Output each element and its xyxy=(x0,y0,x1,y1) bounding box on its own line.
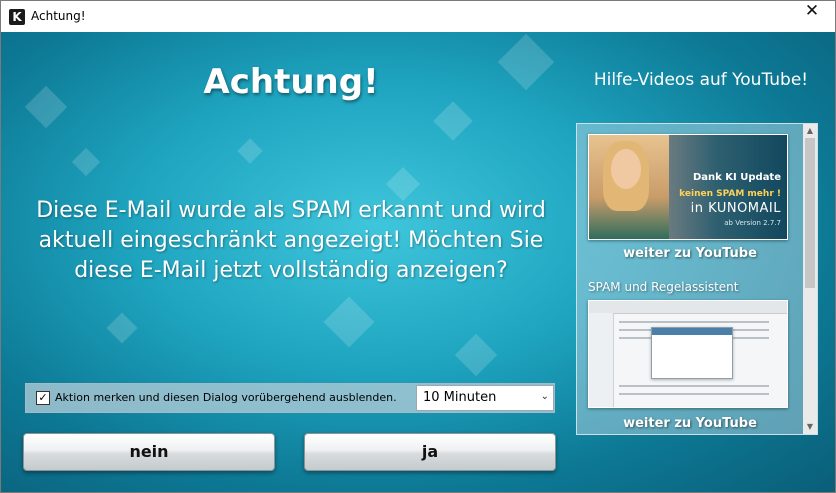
help-videos-title: Hilfe-Videos auf YouTube! xyxy=(593,70,809,90)
decor-diamond xyxy=(497,33,555,91)
decor-diamond xyxy=(106,312,138,344)
scroll-up-icon[interactable]: ▲ xyxy=(803,124,817,138)
decor-diamond xyxy=(237,138,263,164)
video-title-spam-regelassistent: SPAM und Regelassistent xyxy=(588,280,739,294)
scroll-down-icon[interactable]: ▼ xyxy=(803,420,817,434)
checkmark-icon: ✓ xyxy=(38,391,48,404)
video-thumbnail-regelassistent[interactable] xyxy=(588,300,788,408)
video-list-panel[interactable]: Dank KI Update keinen SPAM mehr ! in KUN… xyxy=(576,123,818,435)
remember-checkbox[interactable]: ✓ xyxy=(36,391,50,405)
window-title: Achtung! xyxy=(31,9,86,23)
title-bar: K Achtung! ✕ xyxy=(1,1,835,32)
video-thumbnail-ki-update[interactable]: Dank KI Update keinen SPAM mehr ! in KUN… xyxy=(588,134,788,240)
close-icon: ✕ xyxy=(804,1,820,21)
dialog-message: Diese E-Mail wurde als SPAM erkannt und … xyxy=(36,198,546,283)
remember-label[interactable]: Aktion merken und diesen Dialog vorüberg… xyxy=(55,391,397,404)
yes-button[interactable]: ja xyxy=(304,433,556,471)
video-panel-scrollbar[interactable]: ▲ ▼ xyxy=(803,124,817,434)
duration-select[interactable]: 10 Minuten ⌄ xyxy=(416,385,554,411)
scroll-thumb[interactable] xyxy=(805,138,815,288)
no-button[interactable]: nein xyxy=(23,433,275,471)
youtube-link-1[interactable]: weiter zu YouTube xyxy=(577,246,803,261)
remember-options-row: ✓ Aktion merken und diesen Dialog vorübe… xyxy=(25,383,555,413)
presenter-image xyxy=(589,135,669,239)
close-button[interactable]: ✕ xyxy=(789,1,835,32)
dialog-window: K Achtung! ✕ Achtung! Diese E-Mail wurde… xyxy=(0,0,836,493)
video-overlay-line: Dank KI Update xyxy=(693,172,781,183)
decor-diamond xyxy=(454,333,498,377)
decor-diamond xyxy=(24,85,68,129)
decor-diamond xyxy=(323,296,375,348)
app-icon: K xyxy=(9,9,25,25)
dialog-heading: Achtung! xyxy=(203,62,379,102)
decor-diamond xyxy=(71,147,101,177)
video-overlay-line: keinen SPAM mehr ! xyxy=(679,189,781,199)
decor-diamond xyxy=(433,101,473,141)
video-overlay-line: ab Version 2.7.7 xyxy=(724,219,781,227)
duration-value: 10 Minuten xyxy=(423,390,497,405)
dialog-content: Achtung! Diese E-Mail wurde als SPAM erk… xyxy=(1,32,835,492)
youtube-link-2[interactable]: weiter zu YouTube xyxy=(577,416,803,431)
chevron-down-icon: ⌄ xyxy=(540,391,549,402)
video-overlay-line: in KUNOMAIL xyxy=(690,201,781,216)
